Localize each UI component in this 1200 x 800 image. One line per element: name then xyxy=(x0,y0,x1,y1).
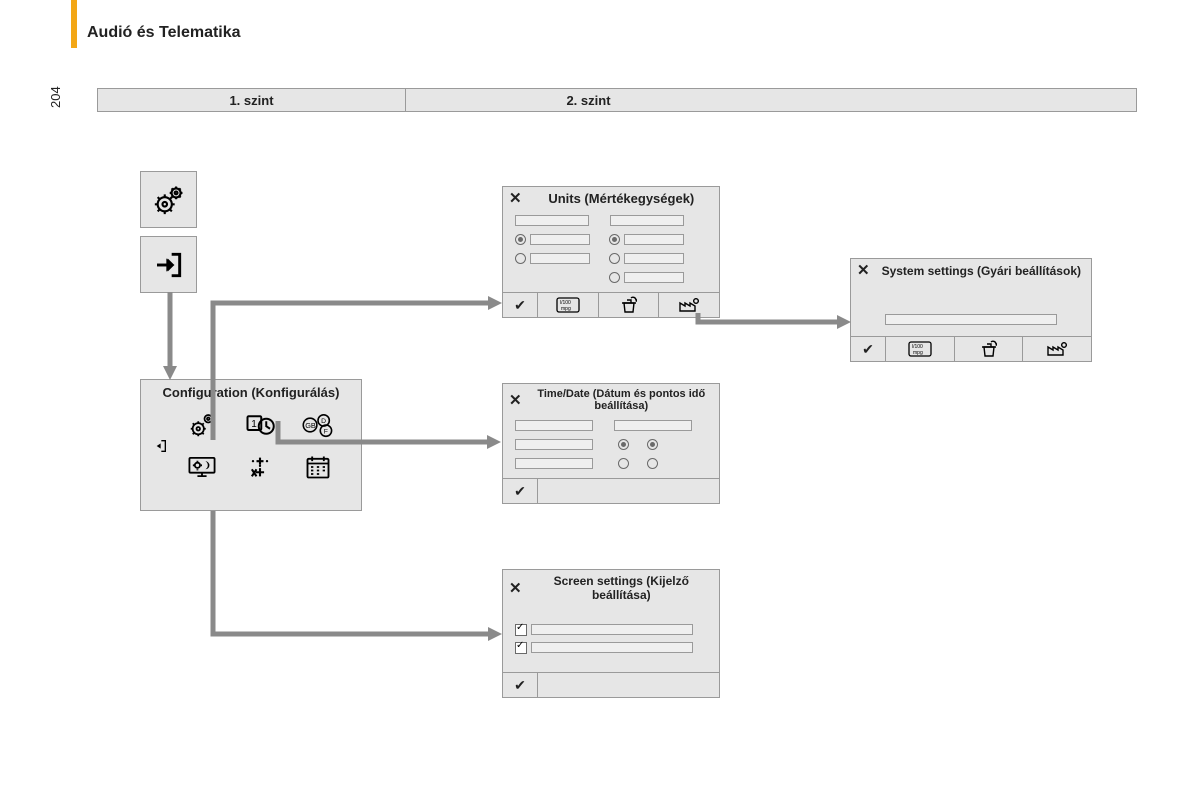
flow-arrow xyxy=(695,310,855,330)
svg-text:mpg: mpg xyxy=(561,306,571,312)
close-icon[interactable]: ✕ xyxy=(509,581,522,596)
radio-option[interactable] xyxy=(647,439,658,450)
radio-option[interactable] xyxy=(609,272,620,283)
close-icon[interactable]: ✕ xyxy=(509,191,522,206)
back-icon[interactable] xyxy=(152,438,168,454)
screen-dialog-title: Screen settings (Kijelző beállítása) xyxy=(530,574,713,602)
config-units-icon[interactable] xyxy=(246,453,274,481)
enter-button[interactable] xyxy=(140,236,197,293)
checkbox-option[interactable] xyxy=(515,624,527,636)
enter-icon xyxy=(153,249,185,281)
page-number: 204 xyxy=(48,86,63,108)
close-icon[interactable]: ✕ xyxy=(857,263,870,278)
footer-reset-icon[interactable] xyxy=(598,293,659,317)
config-display-icon[interactable] xyxy=(186,452,218,482)
units-dialog: ✕ Units (Mértékegységek) ✔ l/100mpg xyxy=(502,186,720,318)
system-dialog: ✕ System settings (Gyári beállítások) ✔ … xyxy=(850,258,1092,362)
footer-spacer xyxy=(537,673,719,697)
flow-arrow xyxy=(165,292,175,382)
footer-spacer xyxy=(537,479,719,503)
radio-option[interactable] xyxy=(618,458,629,469)
timedate-dialog-title: Time/Date (Dátum és pontos idő beállítás… xyxy=(530,388,713,412)
radio-option[interactable] xyxy=(609,234,620,245)
radio-option[interactable] xyxy=(515,253,526,264)
radio-option[interactable] xyxy=(515,234,526,245)
level-header-2: 2. szint xyxy=(405,88,772,112)
radio-option[interactable] xyxy=(609,253,620,264)
footer-mpg-icon[interactable]: l/100mpg xyxy=(537,293,598,317)
confirm-button[interactable]: ✔ xyxy=(851,337,885,361)
timedate-dialog: ✕ Time/Date (Dátum és pontos idő beállít… xyxy=(502,383,720,504)
confirm-button[interactable]: ✔ xyxy=(503,673,537,697)
radio-option[interactable] xyxy=(618,439,629,450)
radio-option[interactable] xyxy=(647,458,658,469)
flow-arrow xyxy=(275,418,505,458)
screen-dialog: ✕ Screen settings (Kijelző beállítása) ✔ xyxy=(502,569,720,698)
system-dialog-title: System settings (Gyári beállítások) xyxy=(878,264,1085,278)
page-tab-accent xyxy=(71,0,77,48)
svg-text:mpg: mpg xyxy=(913,350,923,356)
checkbox-option[interactable] xyxy=(515,642,527,654)
settings-button[interactable] xyxy=(140,171,197,228)
flow-arrow xyxy=(210,508,510,648)
footer-mpg-icon[interactable]: l/100mpg xyxy=(885,337,954,361)
close-icon[interactable]: ✕ xyxy=(509,393,522,408)
gears-icon xyxy=(152,183,186,217)
footer-factory-icon[interactable] xyxy=(1022,337,1091,361)
units-dialog-title: Units (Mértékegységek) xyxy=(530,191,713,206)
level-header-3 xyxy=(771,88,1137,112)
footer-reset-icon[interactable] xyxy=(954,337,1023,361)
section-title: Audió és Telematika xyxy=(87,24,241,42)
confirm-button[interactable]: ✔ xyxy=(503,479,537,503)
level-header-1: 1. szint xyxy=(97,88,406,112)
